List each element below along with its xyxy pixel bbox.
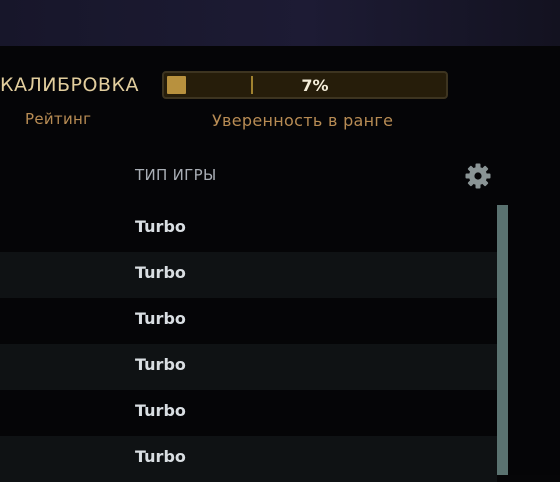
top-banner xyxy=(0,0,560,46)
game-type-cell: Turbo xyxy=(135,217,186,236)
rank-confidence-label: Уверенность в ранге xyxy=(212,111,394,130)
rating-label: Рейтинг xyxy=(25,110,92,128)
calibration-title: КАЛИБРОВКА xyxy=(0,74,139,96)
table-row[interactable]: Turbo xyxy=(0,206,497,252)
game-type-column-header[interactable]: ТИП ИГРЫ xyxy=(135,166,216,184)
rank-confidence-percent: 7% xyxy=(301,76,329,95)
scrollbar-track[interactable] xyxy=(497,205,508,475)
table-row[interactable]: Turbo xyxy=(0,436,497,482)
gear-icon[interactable] xyxy=(464,162,492,190)
match-list: Turbo Turbo Turbo Turbo Turbo Turbo xyxy=(0,206,497,482)
game-type-cell: Turbo xyxy=(135,401,186,420)
scrollbar-thumb[interactable] xyxy=(497,205,508,475)
table-row[interactable]: Turbo xyxy=(0,298,497,344)
game-type-cell: Turbo xyxy=(135,309,186,328)
game-type-cell: Turbo xyxy=(135,447,186,466)
rank-confidence-bar: 7% xyxy=(162,71,448,99)
table-row[interactable]: Turbo xyxy=(0,390,497,436)
table-row[interactable]: Turbo xyxy=(0,252,497,298)
table-row[interactable]: Turbo xyxy=(0,344,497,390)
game-type-cell: Turbo xyxy=(135,355,186,374)
game-type-cell: Turbo xyxy=(135,263,186,282)
